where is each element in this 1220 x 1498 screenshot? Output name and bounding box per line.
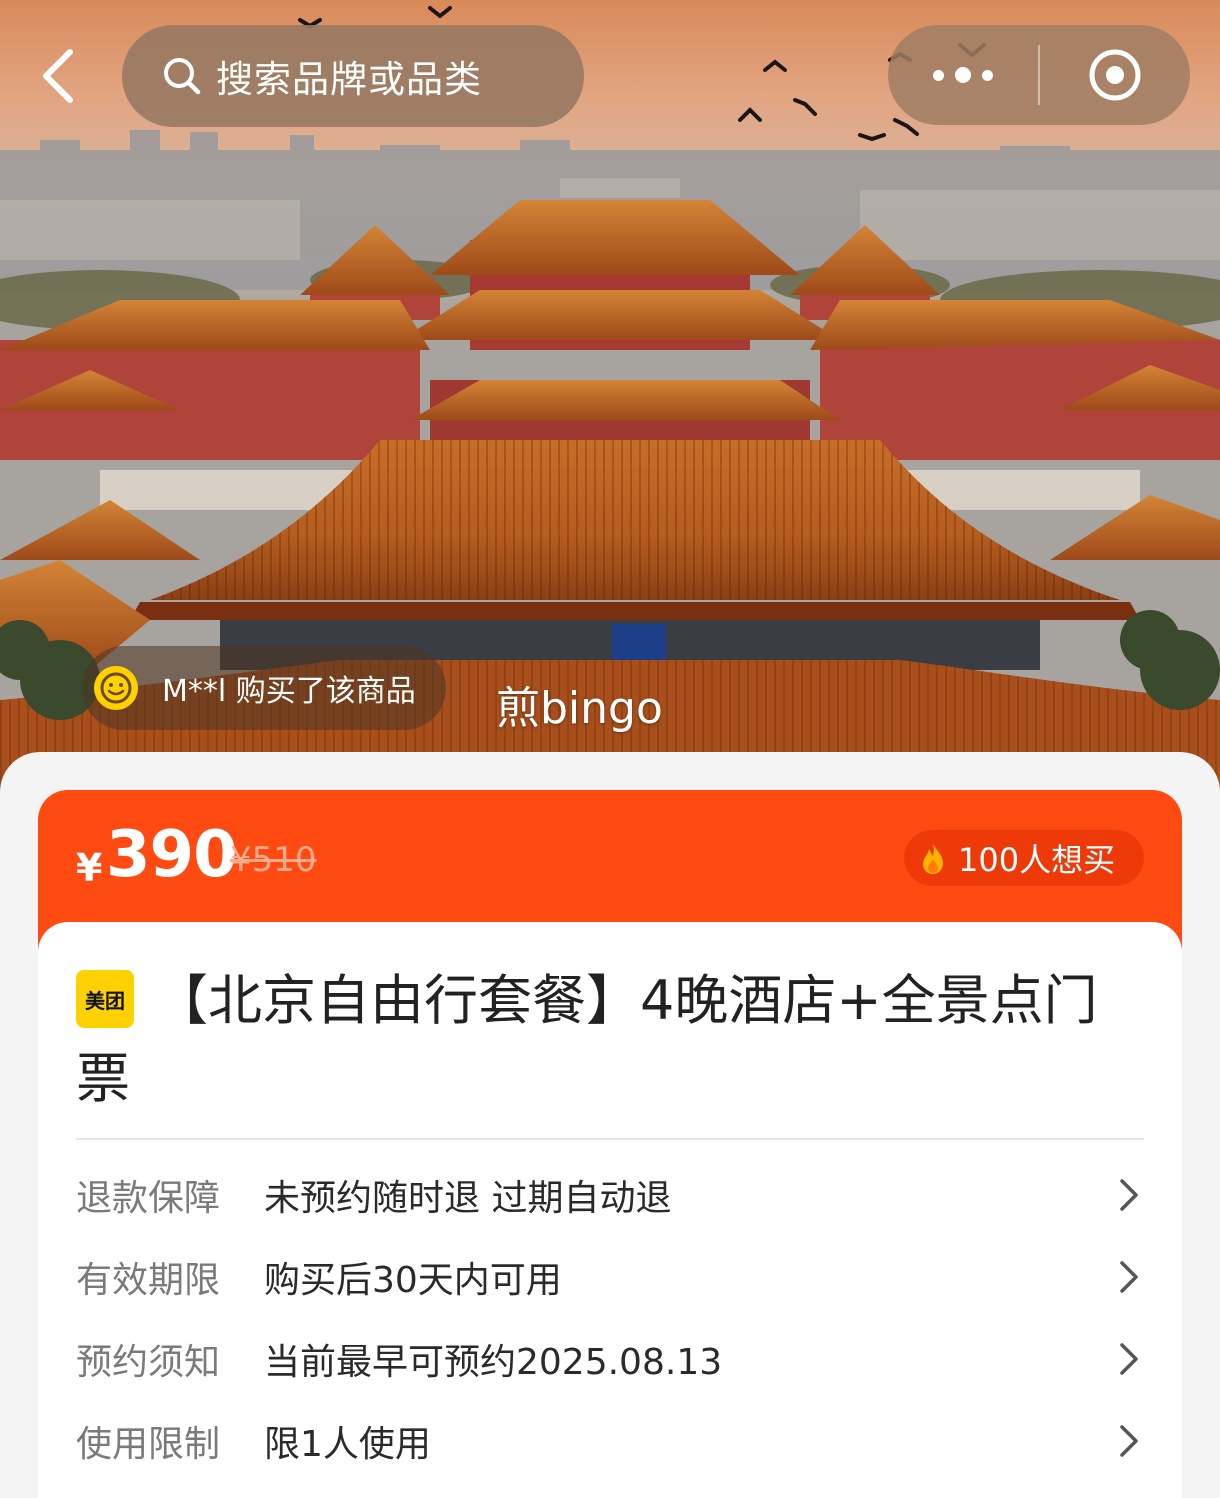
search-placeholder: 搜索品牌或品类: [216, 58, 482, 101]
info-value: 限1人使用: [264, 1424, 431, 1465]
more-dots-icon: [955, 67, 971, 83]
info-value: 当前最早可预约2025.08.13: [264, 1342, 723, 1383]
info-label: 退款保障: [76, 1178, 221, 1219]
more-dots-icon: [933, 69, 944, 81]
smiley-icon: [94, 666, 138, 710]
target-icon: [1089, 49, 1141, 101]
original-price: ¥510: [230, 840, 317, 880]
close-miniprogram-button[interactable]: [1040, 25, 1190, 125]
miniprogram-capsule: [888, 25, 1190, 125]
info-value: 购买后30天内可用: [264, 1260, 562, 1301]
want-count-text: 100人想买: [958, 841, 1116, 879]
more-dots-icon: [982, 69, 993, 81]
info-row-validity[interactable]: 有效期限 购买后30天内可用: [76, 1242, 1144, 1312]
purchase-notice: M**l 购买了该商品: [82, 646, 446, 730]
chevron-right-icon: [1120, 1343, 1138, 1375]
product-title: 【北京自由行套餐】4晚酒店+全景点门票: [76, 969, 1098, 1110]
search-input[interactable]: 搜索品牌或品类: [122, 25, 584, 127]
chevron-right-icon: [1120, 1425, 1138, 1457]
title-divider: [76, 1138, 1144, 1140]
more-button[interactable]: [888, 25, 1038, 125]
want-count-badge: 100人想买: [904, 830, 1144, 886]
price-currency: ¥: [76, 846, 103, 890]
info-label: 使用限制: [76, 1424, 221, 1465]
info-row-refund[interactable]: 退款保障 未预约随时退 过期自动退: [76, 1160, 1144, 1230]
watermark: 煎bingo: [496, 683, 663, 734]
info-value: 未预约随时退 过期自动退: [264, 1178, 672, 1219]
search-icon: [164, 58, 201, 95]
info-label: 预约须知: [76, 1342, 221, 1383]
current-price: 390: [106, 818, 238, 892]
info-row-usage-limit[interactable]: 使用限制 限1人使用: [76, 1406, 1144, 1476]
info-row-booking[interactable]: 预约须知 当前最早可预约2025.08.13: [76, 1324, 1144, 1394]
info-label: 有效期限: [76, 1260, 221, 1301]
flame-icon: [923, 843, 943, 874]
back-button[interactable]: [28, 40, 88, 112]
hero-image: 搜索品牌或品类 M**l 购买了该商品 煎bingo: [0, 0, 1220, 800]
purchase-notice-text: M**l 购买了该商品: [162, 674, 416, 709]
chevron-left-icon: [43, 49, 73, 103]
chevron-right-icon: [1120, 1179, 1138, 1211]
chevron-right-icon: [1120, 1261, 1138, 1293]
meituan-logo: 美团: [76, 970, 134, 1028]
